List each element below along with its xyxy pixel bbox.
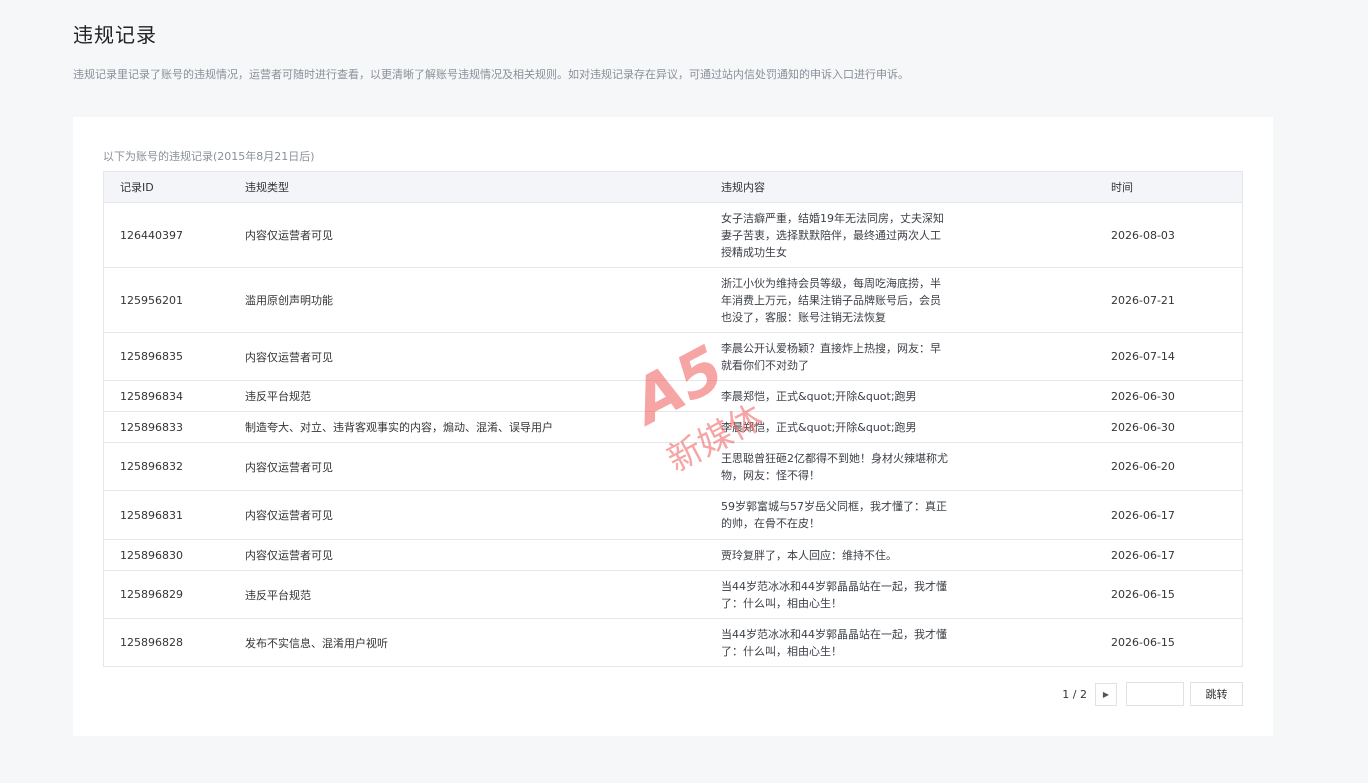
violation-type: 内容仅运营者可见 <box>245 549 333 562</box>
jump-button[interactable]: 跳转 <box>1190 682 1243 706</box>
violation-type: 内容仅运营者可见 <box>245 229 333 242</box>
jump-page-input[interactable] <box>1126 682 1184 706</box>
record-time: 2026-06-30 <box>1111 420 1175 434</box>
violation-content-text: 浙江小伙为维持会员等级，每周吃海底捞，半年消费上万元，结果注销子品牌账号后，会员… <box>721 276 941 324</box>
table-row: 126440397 内容仅运营者可见 女子洁癖严重，结婚19年无法同房，丈夫深知… <box>104 203 1242 268</box>
violation-table: 记录ID 违规类型 违规内容 时间 126440397 内容仅运营者可见 女子洁… <box>103 171 1243 667</box>
violation-content-text: 王思聪曾狂砸2亿都得不到她！身材火辣堪称尤物，网友：怪不得！ <box>721 451 948 482</box>
record-id: 125896831 <box>120 508 183 522</box>
violation-content-text: 当44岁范冰冰和44岁郭晶晶站在一起，我才懂了：什么叫，相由心生！ <box>721 579 947 610</box>
record-id: 125896828 <box>120 636 183 649</box>
table-row: 125896831 内容仅运营者可见 59岁郭富城与57岁岳父同框，我才懂了：真… <box>104 491 1242 540</box>
record-id: 125896830 <box>120 548 183 562</box>
page-description: 违规记录里记录了账号的违规情况，运营者可随时进行查看，以更清晰了解账号违规情况及… <box>73 68 909 81</box>
table-row: 125896830 内容仅运营者可见 贾玲复胖了，本人回应：维持不住。 2026… <box>104 540 1242 571</box>
record-time: 2026-06-15 <box>1111 636 1175 649</box>
violation-content: 59岁郭富城与57岁岳父同框，我才懂了：真正的帅，在骨不在皮！ <box>705 498 1095 532</box>
violation-content: 李晨公开认爱杨颖？直接炸上热搜，网友：早就看你们不对劲了 <box>705 340 1095 374</box>
table-row: 125896832 内容仅运营者可见 王思聪曾狂砸2亿都得不到她！身材火辣堪称尤… <box>104 443 1242 491</box>
violation-content-text: 59岁郭富城与57岁岳父同框，我才懂了：真正的帅，在骨不在皮！ <box>721 500 947 530</box>
record-id: 125896829 <box>120 588 183 601</box>
record-id: 125896833 <box>120 420 183 434</box>
violation-content: 当44岁范冰冰和44岁郭晶晶站在一起，我才懂了：什么叫，相由心生！ <box>705 626 1095 660</box>
header-violation-content: 违规内容 <box>721 181 765 194</box>
violation-type: 违反平台规范 <box>245 588 311 602</box>
violation-content-text: 李晨郑恺，正式&quot;开除&quot;跑男 <box>721 420 917 434</box>
header-record-id: 记录ID <box>120 181 154 194</box>
table-row: 125956201 滥用原创声明功能 浙江小伙为维持会员等级，每周吃海底捞，半年… <box>104 268 1242 333</box>
violation-content: 女子洁癖严重，结婚19年无法同房，丈夫深知妻子苦衷，选择默默陪伴，最终通过两次人… <box>705 210 1095 261</box>
violation-type: 制造夸大、对立、违背客观事实的内容，煽动、混淆、误导用户 <box>245 421 553 434</box>
violation-content: 浙江小伙为维持会员等级，每周吃海底捞，半年消费上万元，结果注销子品牌账号后，会员… <box>705 275 1095 326</box>
violation-type: 内容仅运营者可见 <box>245 460 333 474</box>
record-id: 125896832 <box>120 460 183 473</box>
table-row: 125896828 发布不实信息、混淆用户视听 当44岁范冰冰和44岁郭晶晶站在… <box>104 619 1242 666</box>
violation-content-text: 贾玲复胖了，本人回应：维持不住。 <box>721 548 897 562</box>
violation-type: 违反平台规范 <box>245 390 311 403</box>
violation-content: 李晨郑恺，正式&quot;开除&quot;跑男 <box>705 419 1095 436</box>
table-caption: 以下为账号的违规记录(2015年8月21日后) <box>103 150 315 163</box>
record-time: 2026-07-21 <box>1111 293 1175 307</box>
table-row: 125896833 制造夸大、对立、违背客观事实的内容，煽动、混淆、误导用户 李… <box>104 412 1242 443</box>
violation-content-text: 李晨郑恺，正式&quot;开除&quot;跑男 <box>721 389 917 403</box>
record-time: 2026-06-20 <box>1111 460 1175 473</box>
violation-content: 王思聪曾狂砸2亿都得不到她！身材火辣堪称尤物，网友：怪不得！ <box>705 450 1095 484</box>
violation-type: 内容仅运营者可见 <box>245 350 333 364</box>
violation-type: 滥用原创声明功能 <box>245 294 333 307</box>
record-id: 125956201 <box>120 293 183 307</box>
record-time: 2026-06-17 <box>1111 548 1175 562</box>
record-id: 125896835 <box>120 350 183 363</box>
record-time: 2026-06-30 <box>1111 389 1175 403</box>
table-row: 125896835 内容仅运营者可见 李晨公开认爱杨颖？直接炸上热搜，网友：早就… <box>104 333 1242 381</box>
pagination: 1 / 2 ▶ 跳转 <box>1062 682 1243 706</box>
record-id: 125896834 <box>120 389 183 403</box>
table-header: 记录ID 违规类型 违规内容 时间 <box>104 172 1242 203</box>
record-time: 2026-06-17 <box>1111 508 1175 522</box>
header-violation-type: 违规类型 <box>245 181 289 194</box>
violation-type: 内容仅运营者可见 <box>245 509 333 522</box>
record-id: 126440397 <box>120 228 183 242</box>
page-indicator: 1 / 2 <box>1062 687 1087 701</box>
chevron-right-icon: ▶ <box>1102 689 1110 699</box>
violation-type: 发布不实信息、混淆用户视听 <box>245 636 388 650</box>
violation-content-text: 女子洁癖严重，结婚19年无法同房，丈夫深知妻子苦衷，选择默默陪伴，最终通过两次人… <box>721 211 944 259</box>
next-page-button[interactable]: ▶ <box>1095 682 1117 706</box>
violation-content: 李晨郑恺，正式&quot;开除&quot;跑男 <box>705 388 1095 405</box>
record-time: 2026-07-14 <box>1111 350 1175 363</box>
violation-records-card: 以下为账号的违规记录(2015年8月21日后) 记录ID 违规类型 违规内容 时… <box>73 117 1273 736</box>
violation-content: 当44岁范冰冰和44岁郭晶晶站在一起，我才懂了：什么叫，相由心生！ <box>705 578 1095 612</box>
table-row: 125896829 违反平台规范 当44岁范冰冰和44岁郭晶晶站在一起，我才懂了… <box>104 571 1242 619</box>
record-time: 2026-06-15 <box>1111 588 1175 601</box>
page-title: 违规记录 <box>73 23 157 47</box>
violation-content: 贾玲复胖了，本人回应：维持不住。 <box>705 547 1095 564</box>
violation-content-text: 李晨公开认爱杨颖？直接炸上热搜，网友：早就看你们不对劲了 <box>721 341 941 372</box>
header-time: 时间 <box>1111 181 1133 194</box>
record-time: 2026-08-03 <box>1111 228 1175 242</box>
violation-content-text: 当44岁范冰冰和44岁郭晶晶站在一起，我才懂了：什么叫，相由心生！ <box>721 627 947 658</box>
table-row: 125896834 违反平台规范 李晨郑恺，正式&quot;开除&quot;跑男… <box>104 381 1242 412</box>
